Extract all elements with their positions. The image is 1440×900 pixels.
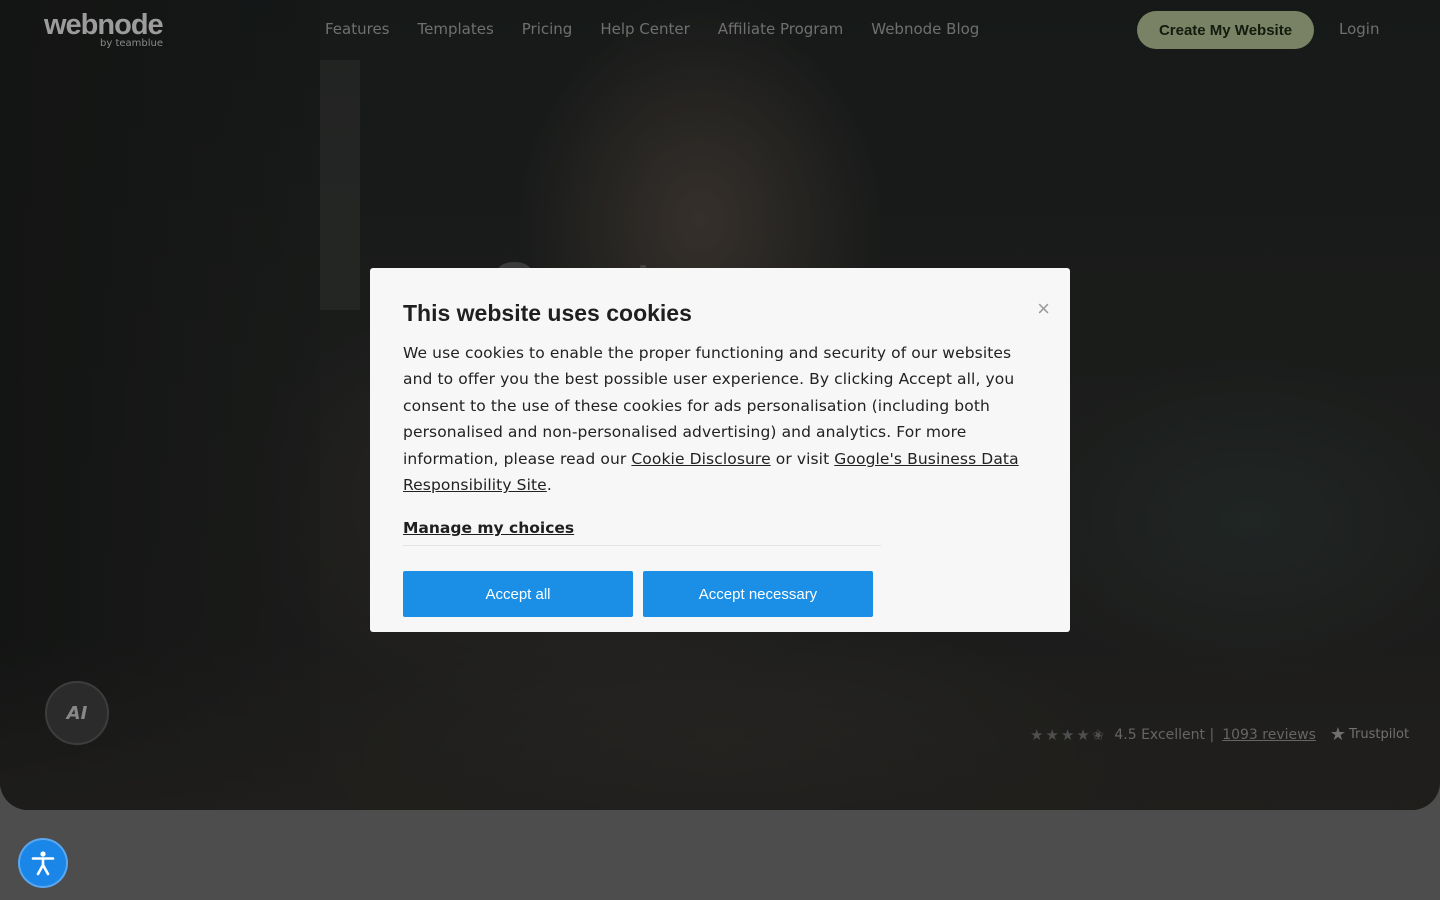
accept-necessary-button[interactable]: Accept necessary xyxy=(643,571,873,618)
cookie-dialog: × This website uses cookies We use cooki… xyxy=(370,268,1070,632)
manage-choices-link[interactable]: Manage my choices xyxy=(403,519,574,537)
cookie-dialog-body: We use cookies to enable the proper func… xyxy=(403,340,1037,498)
cookie-disclosure-link[interactable]: Cookie Disclosure xyxy=(631,450,770,468)
dialog-divider xyxy=(403,545,881,547)
cookie-body-middle: or visit xyxy=(770,449,835,468)
accessibility-icon xyxy=(31,851,55,876)
accessibility-button[interactable] xyxy=(20,840,66,886)
cookie-buttons: Accept all Accept necessary xyxy=(403,571,1037,618)
cookie-body-end: . xyxy=(546,476,552,495)
cookie-dialog-title: This website uses cookies xyxy=(403,300,692,326)
accept-all-button[interactable]: Accept all xyxy=(403,571,633,618)
close-icon[interactable]: × xyxy=(1037,296,1050,322)
